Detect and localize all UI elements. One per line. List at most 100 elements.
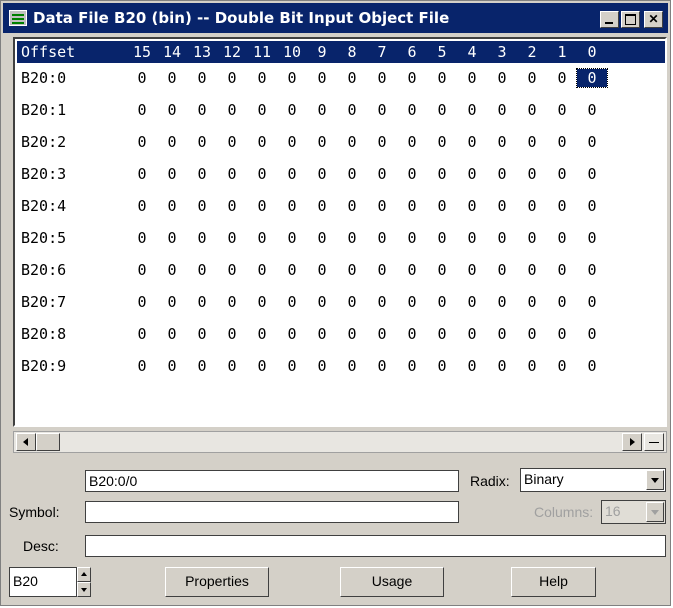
bit-cell[interactable]: 0 <box>157 293 187 311</box>
bit-cell[interactable]: 0 <box>157 101 187 119</box>
bit-cell[interactable]: 0 <box>577 165 607 183</box>
bit-cell[interactable]: 0 <box>307 133 337 151</box>
bit-cell[interactable]: 0 <box>487 133 517 151</box>
bit-cell[interactable]: 0 <box>487 293 517 311</box>
bit-cell[interactable]: 0 <box>367 229 397 247</box>
bit-cell[interactable]: 0 <box>367 101 397 119</box>
bit-cell[interactable]: 0 <box>487 101 517 119</box>
bit-cell[interactable]: 0 <box>457 165 487 183</box>
bit-cell[interactable]: 0 <box>367 197 397 215</box>
bit-cell[interactable]: 0 <box>427 101 457 119</box>
bit-cell[interactable]: 0 <box>307 101 337 119</box>
bit-cell[interactable]: 0 <box>337 229 367 247</box>
bit-cell[interactable]: 0 <box>577 293 607 311</box>
bit-cell[interactable]: 0 <box>127 229 157 247</box>
bit-cell[interactable]: 0 <box>247 133 277 151</box>
scroll-left-button[interactable] <box>16 433 36 451</box>
bit-cell[interactable]: 0 <box>277 261 307 279</box>
bit-cell[interactable]: 0 <box>337 261 367 279</box>
bit-cell[interactable]: 0 <box>457 325 487 343</box>
bit-cell[interactable]: 0 <box>457 357 487 375</box>
desc-field[interactable] <box>85 535 666 557</box>
bit-column-header[interactable]: 13 <box>187 43 217 61</box>
bit-column-header[interactable]: 9 <box>307 43 337 61</box>
bit-cell[interactable]: 0 <box>487 69 517 87</box>
bit-cell[interactable]: 0 <box>517 293 547 311</box>
bit-cell[interactable]: 0 <box>127 293 157 311</box>
bit-cell[interactable]: 0 <box>397 133 427 151</box>
bit-cell[interactable]: 0 <box>217 69 247 87</box>
bit-cell[interactable]: 0 <box>576 68 608 88</box>
bit-column-header[interactable]: 0 <box>577 43 607 61</box>
bit-cell[interactable]: 0 <box>247 293 277 311</box>
bit-cell[interactable]: 0 <box>577 261 607 279</box>
bit-cell[interactable]: 0 <box>127 197 157 215</box>
bit-cell[interactable]: 0 <box>367 293 397 311</box>
bit-cell[interactable]: 0 <box>367 325 397 343</box>
bit-cell[interactable]: 0 <box>547 197 577 215</box>
bit-cell[interactable]: 0 <box>457 197 487 215</box>
bit-cell[interactable]: 0 <box>397 101 427 119</box>
bit-cell[interactable]: 0 <box>547 325 577 343</box>
bit-cell[interactable]: 0 <box>217 293 247 311</box>
bit-cell[interactable]: 0 <box>187 101 217 119</box>
bit-cell[interactable]: 0 <box>307 69 337 87</box>
bit-cell[interactable]: 0 <box>247 261 277 279</box>
bit-cell[interactable]: 0 <box>277 229 307 247</box>
minimize-button[interactable] <box>600 11 619 28</box>
bit-cell[interactable]: 0 <box>397 197 427 215</box>
bit-cell[interactable]: 0 <box>307 197 337 215</box>
usage-button[interactable]: Usage <box>340 567 444 597</box>
bit-cell[interactable]: 0 <box>487 357 517 375</box>
bit-cell[interactable]: 0 <box>547 293 577 311</box>
spin-up-arrow-icon[interactable] <box>77 567 91 582</box>
bit-column-header[interactable]: 4 <box>457 43 487 61</box>
properties-button[interactable]: Properties <box>165 567 269 597</box>
bit-cell[interactable]: 0 <box>517 101 547 119</box>
bit-cell[interactable]: 0 <box>247 69 277 87</box>
bit-cell[interactable]: 0 <box>157 197 187 215</box>
bit-cell[interactable]: 0 <box>337 325 367 343</box>
bit-column-header[interactable]: 1 <box>547 43 577 61</box>
bit-cell[interactable]: 0 <box>457 69 487 87</box>
bit-cell[interactable]: 0 <box>337 69 367 87</box>
bit-cell[interactable]: 0 <box>217 325 247 343</box>
bit-cell[interactable]: 0 <box>547 101 577 119</box>
bit-cell[interactable]: 0 <box>517 357 547 375</box>
bit-cell[interactable]: 0 <box>427 133 457 151</box>
bit-cell[interactable]: 0 <box>577 133 607 151</box>
bit-cell[interactable]: 0 <box>127 101 157 119</box>
bit-cell[interactable]: 0 <box>187 165 217 183</box>
file-selector-field[interactable]: B20 <box>9 567 77 597</box>
bit-cell[interactable]: 0 <box>397 69 427 87</box>
bit-cell[interactable]: 0 <box>247 165 277 183</box>
bit-cell[interactable]: 0 <box>517 229 547 247</box>
bit-cell[interactable]: 0 <box>457 261 487 279</box>
bit-cell[interactable]: 0 <box>487 165 517 183</box>
bit-cell[interactable]: 0 <box>517 133 547 151</box>
bit-cell[interactable]: 0 <box>217 101 247 119</box>
bit-cell[interactable]: 0 <box>367 261 397 279</box>
bit-cell[interactable]: 0 <box>187 133 217 151</box>
bit-cell[interactable]: 0 <box>337 293 367 311</box>
bit-cell[interactable]: 0 <box>307 165 337 183</box>
bit-cell[interactable]: 0 <box>367 69 397 87</box>
close-button[interactable]: ✕ <box>644 11 663 28</box>
bit-column-header[interactable]: 2 <box>517 43 547 61</box>
bit-cell[interactable]: 0 <box>217 261 247 279</box>
horizontal-scrollbar[interactable] <box>13 431 667 453</box>
bit-cell[interactable]: 0 <box>307 229 337 247</box>
maximize-button[interactable] <box>621 11 640 28</box>
bit-cell[interactable]: 0 <box>367 357 397 375</box>
bit-cell[interactable]: 0 <box>157 261 187 279</box>
bit-cell[interactable]: 0 <box>427 293 457 311</box>
bit-cell[interactable]: 0 <box>187 197 217 215</box>
bit-cell[interactable]: 0 <box>127 165 157 183</box>
bit-cell[interactable]: 0 <box>157 165 187 183</box>
symbol-field[interactable] <box>85 501 459 523</box>
bit-cell[interactable]: 0 <box>187 69 217 87</box>
bit-cell[interactable]: 0 <box>127 133 157 151</box>
bit-cell[interactable]: 0 <box>397 229 427 247</box>
bit-cell[interactable]: 0 <box>487 197 517 215</box>
bit-cell[interactable]: 0 <box>247 229 277 247</box>
